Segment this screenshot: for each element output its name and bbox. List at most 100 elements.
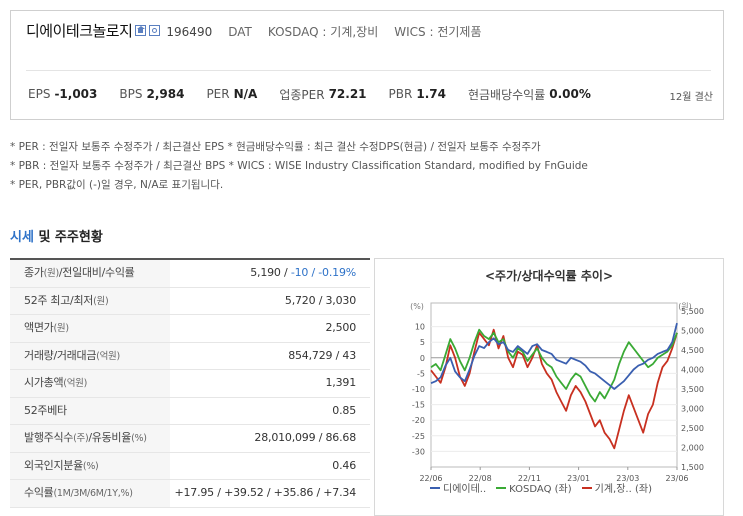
chart-legend: 디에이테.. KOSDAQ (좌) 기계,장.. (좌) bbox=[430, 480, 662, 495]
company-title-row: 디에이테크놀로지 196490 DAT KOSDAQ : 기계,장비 WICS … bbox=[26, 20, 482, 50]
table-row: 52주 최고/최저(원) 5,720 / 3,030 bbox=[10, 287, 370, 315]
right-tick-label: 1,500 bbox=[681, 463, 704, 472]
row-label-unit: (%) bbox=[82, 460, 99, 472]
table-row: 거래량/거래대금(억원) 854,729 / 43 bbox=[10, 342, 370, 370]
industry-per-label: 업종PER bbox=[279, 87, 325, 102]
footnote: * PBR : 전일자 보통주 수정주가 / 최근결산 BPS * WICS :… bbox=[10, 160, 588, 172]
legend-swatch-blue bbox=[430, 486, 440, 489]
stock-code: 196490 bbox=[166, 25, 213, 39]
row-label: 액면가 bbox=[24, 321, 54, 334]
row-label-suffix: /전일대비/수익률 bbox=[58, 266, 135, 279]
row-label: 시가총액 bbox=[24, 376, 64, 389]
row-label: 거래량/거래대금 bbox=[24, 348, 97, 362]
table-row: 발행주식수(주)/유동비율(%) 28,010,099 / 86.68 bbox=[10, 425, 370, 453]
legend-item: 기계,장.. (좌) bbox=[581, 480, 652, 495]
company-tag: DAT bbox=[228, 25, 252, 39]
row-label-suffix: /유동비율 bbox=[88, 431, 132, 444]
right-tick-label: 3,500 bbox=[681, 385, 704, 394]
right-tick-label: 3,000 bbox=[681, 405, 704, 414]
row-label-unit: (억원) bbox=[96, 350, 120, 362]
left-tick-label: 5 bbox=[420, 338, 425, 347]
market-data-table: 종가(원)/전일대비/수익률 5,190 / -10 / -0.19% 52주 … bbox=[10, 258, 370, 508]
dividend-yield-label: 현금배당수익률 bbox=[467, 87, 546, 102]
row-label-unit: (%) bbox=[131, 433, 147, 444]
row-label: 수익률 bbox=[24, 486, 54, 499]
row-value: 1,391 bbox=[325, 376, 357, 389]
market-info: KOSDAQ : 기계,장비 bbox=[267, 25, 379, 39]
row-value: 0.85 bbox=[332, 403, 356, 417]
row-label-unit: (1M/3M/6M/1Y,%) bbox=[53, 488, 133, 499]
right-tick-label: 4,000 bbox=[681, 366, 704, 375]
left-tick-label: -5 bbox=[417, 369, 425, 378]
chart-title: <주가/상대수익률 추이> bbox=[484, 269, 614, 283]
legend-item: 디에이테.. bbox=[430, 480, 486, 495]
legend-item: KOSDAQ (좌) bbox=[496, 480, 572, 495]
row-label-unit: (원) bbox=[53, 323, 69, 334]
row-label-unit: (원) bbox=[93, 295, 109, 307]
industry-per-value: 72.21 bbox=[328, 87, 367, 101]
bps-value: 2,984 bbox=[146, 87, 185, 101]
row-value: 28,010,099 / 86.68 bbox=[254, 431, 356, 444]
left-tick-label: 0 bbox=[420, 354, 425, 363]
legend-swatch-green bbox=[496, 486, 507, 489]
price-chart: (%) (원)1050-5-10-15-20-25-305,5005,0004,5… bbox=[410, 302, 704, 483]
table-row: 외국인지분율(%) 0.46 bbox=[10, 452, 370, 480]
row-label-unit: (억원) bbox=[63, 378, 87, 389]
pbr-label: PBR bbox=[388, 87, 413, 101]
company-name: 디에이테크놀로지 bbox=[26, 22, 133, 40]
row-value: 5,720 / 3,030 bbox=[284, 293, 356, 307]
row-label: 52주 최고/최저 bbox=[24, 293, 94, 307]
homepage-icon[interactable] bbox=[135, 25, 147, 36]
left-tick-label: -15 bbox=[412, 401, 425, 410]
left-tick-label: -20 bbox=[412, 416, 425, 425]
per-label: PER bbox=[206, 87, 230, 101]
table-row: 시가총액(억원) 1,391 bbox=[10, 370, 370, 398]
row-value: 0.46 bbox=[332, 458, 356, 472]
left-tick-label: -10 bbox=[412, 385, 425, 394]
row-label-unit: (원) bbox=[43, 268, 60, 279]
right-tick-label: 5,500 bbox=[681, 307, 704, 316]
right-tick-label: 5,000 bbox=[681, 327, 704, 336]
eps-label: EPS bbox=[28, 87, 51, 101]
legend-label: KOSDAQ (좌) bbox=[509, 484, 572, 495]
row-value: 854,729 / 43 bbox=[288, 348, 356, 362]
pbr-value: 1.74 bbox=[416, 87, 446, 101]
row-label-unit: (주) bbox=[73, 433, 89, 444]
row-label: 외국인지분율 bbox=[24, 458, 83, 472]
divider bbox=[26, 70, 711, 71]
legend-label: 기계,장.. (좌) bbox=[594, 484, 652, 495]
left-tick-label: 10 bbox=[415, 323, 425, 332]
row-label: 발행주식수 bbox=[24, 431, 74, 444]
left-tick-label: -25 bbox=[412, 432, 425, 441]
table-row: 수익률(1M/3M/6M/1Y,%) +17.95 / +39.52 / +35… bbox=[10, 480, 370, 508]
settlement-month: 12월 결산 bbox=[669, 92, 713, 103]
row-value: 5,190 / bbox=[250, 266, 291, 279]
dividend-yield-value: 0.00% bbox=[549, 87, 591, 101]
table-row: 52주베타 0.85 bbox=[10, 397, 370, 425]
right-tick-label: 2,500 bbox=[681, 424, 704, 433]
right-tick-label: 4,500 bbox=[681, 346, 704, 355]
table-row: 종가(원)/전일대비/수익률 5,190 / -10 / -0.19% bbox=[10, 260, 370, 288]
right-tick-label: 2,000 bbox=[681, 444, 704, 453]
row-label: 52주베타 bbox=[24, 403, 67, 417]
row-value: 2,500 bbox=[325, 321, 357, 334]
row-value-change: -10 / -0.19% bbox=[290, 266, 356, 279]
left-axis-unit: (%) bbox=[410, 302, 424, 311]
eps-value: -1,003 bbox=[54, 87, 98, 101]
price-chart-panel: <주가/상대수익률 추이> (%) (원) 10 5 0 -5 -10 -15 -20 -25 -3… bbox=[374, 258, 724, 516]
section-title: 시세 및 주주현황 bbox=[10, 226, 103, 245]
x-tick-label: 23/06 bbox=[665, 474, 688, 483]
bps-label: BPS bbox=[119, 87, 143, 101]
row-value: +17.95 / +39.52 / +35.86 / +7.34 bbox=[174, 486, 356, 499]
ir-icon[interactable] bbox=[149, 25, 161, 36]
section-title-rest: 및 주주현황 bbox=[33, 230, 103, 245]
row-label: 종가 bbox=[24, 266, 44, 279]
table-row: 액면가(원) 2,500 bbox=[10, 315, 370, 343]
footnote: * PER, PBR값이 (-)일 경우, N/A로 표기됩니다. bbox=[10, 179, 224, 191]
left-tick-label: -30 bbox=[412, 447, 425, 456]
wics-info: WICS : 전기제품 bbox=[394, 25, 482, 39]
ratio-row: EPS -1,003 BPS 2,984 PER N/A 업종PER 72.21… bbox=[28, 86, 613, 102]
legend-label: 디에이테.. bbox=[443, 484, 487, 495]
legend-swatch-red bbox=[581, 486, 592, 489]
per-value: N/A bbox=[233, 87, 258, 101]
